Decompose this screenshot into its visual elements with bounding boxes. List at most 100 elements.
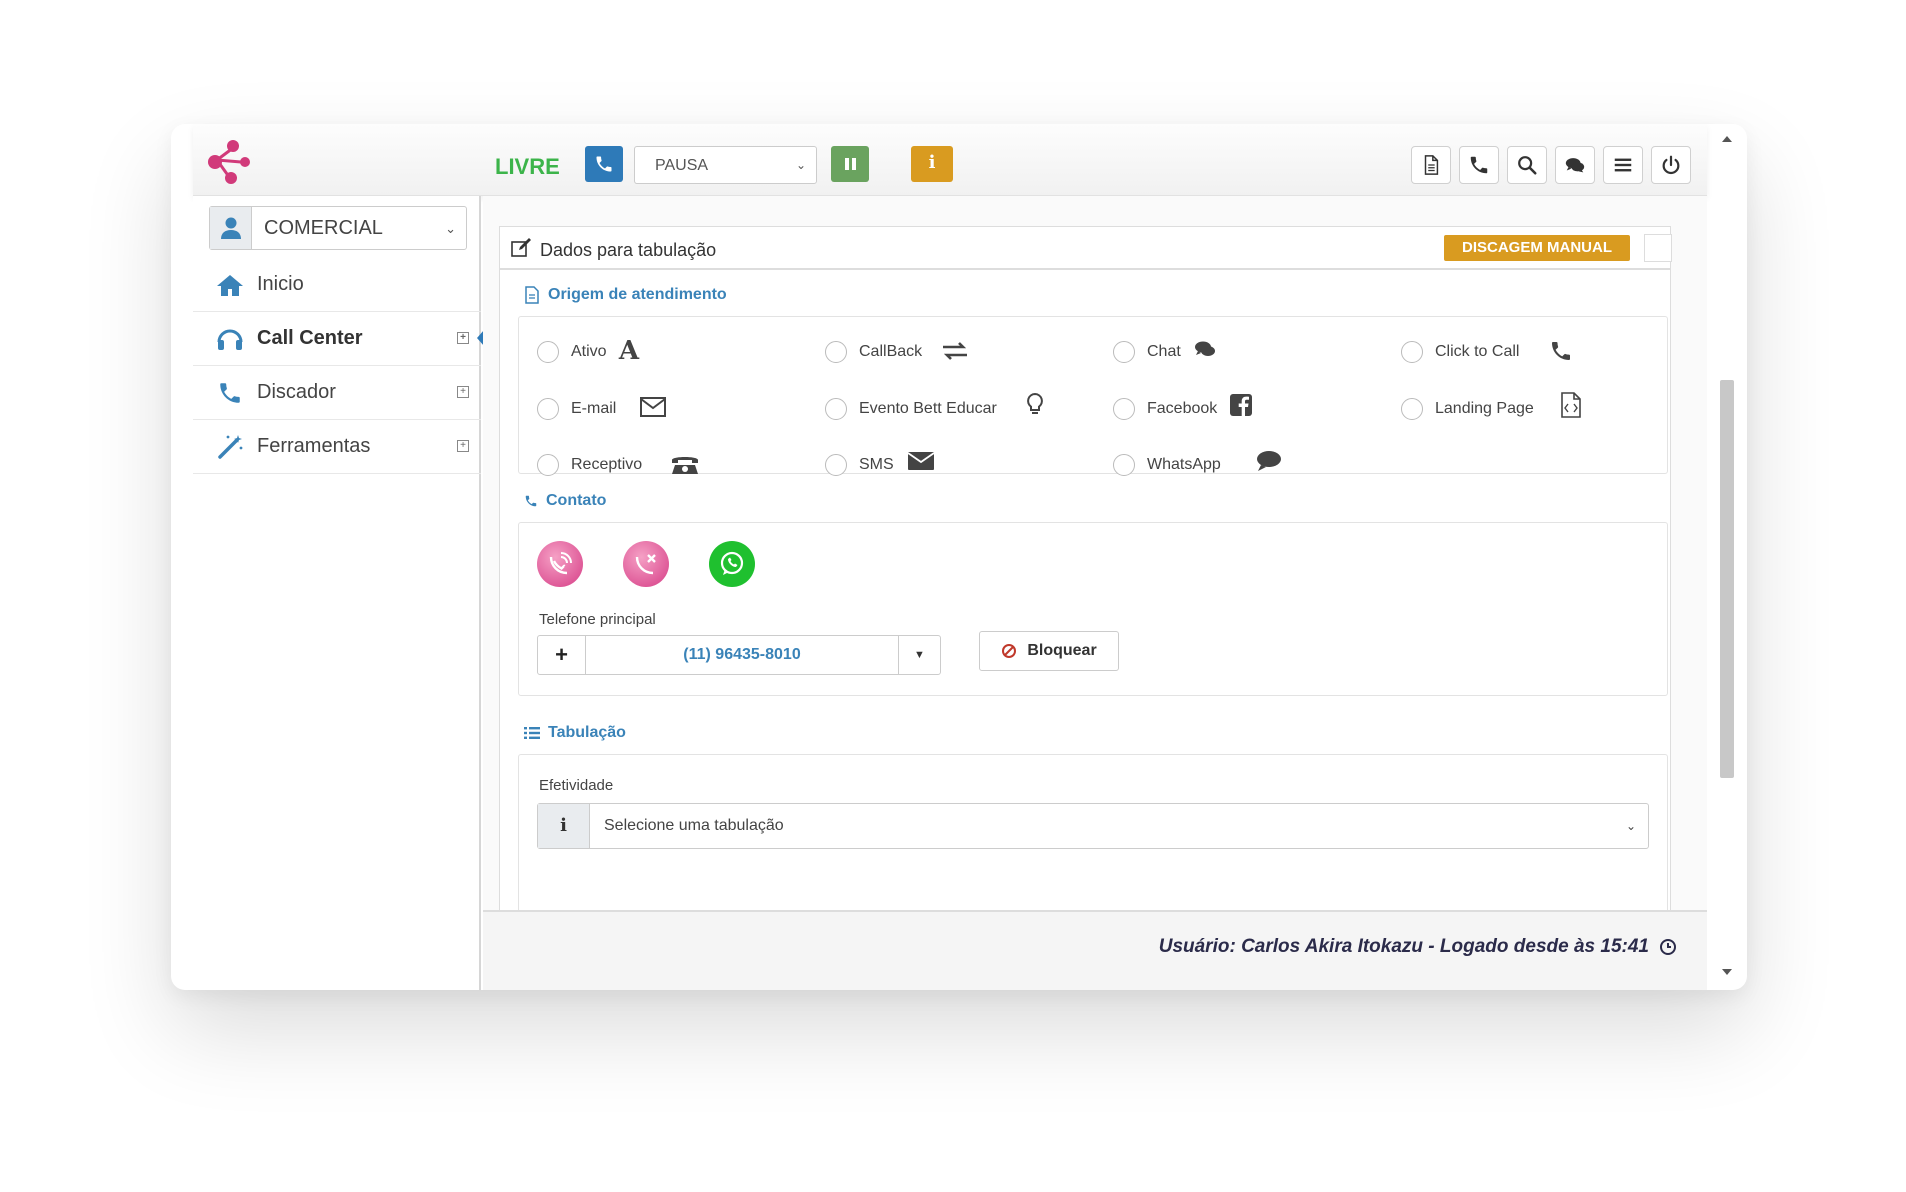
expand-icon[interactable]: + (457, 386, 469, 398)
document-button[interactable] (1411, 146, 1451, 184)
phone-tool-button[interactable] (1459, 146, 1499, 184)
phone-icon (215, 378, 245, 408)
radio-button[interactable] (1401, 398, 1423, 420)
info-icon: i (538, 804, 590, 848)
panel-toggle-button[interactable] (1644, 234, 1672, 262)
section-title-origem: Origem de atendimento (524, 286, 727, 304)
phone-ringing-icon (549, 552, 572, 575)
department-select[interactable]: COMERCIAL ⌄ (209, 206, 467, 250)
magic-wand-icon (215, 432, 245, 462)
radio-facebook[interactable]: Facebook (1113, 398, 1217, 420)
pause-button[interactable] (831, 146, 869, 182)
tabulacao-select[interactable]: i Selecione uma tabulação ⌄ (537, 803, 1649, 849)
sidebar: COMERCIAL ⌄ Inicio Call Center + Discado… (193, 196, 484, 990)
letter-a-icon: A (618, 336, 640, 366)
sidebar-item-ferramentas[interactable]: Ferramentas + (193, 420, 481, 474)
section-title-contato: Contato (524, 492, 606, 510)
tabulacao-select-value: Selecione uma tabulação ⌄ (590, 804, 1648, 848)
footer: Usuário: Carlos Akira Itokazu - Logado d… (483, 910, 1707, 990)
radio-button[interactable] (1113, 454, 1135, 476)
sidebar-item-inicio[interactable]: Inicio (193, 258, 481, 312)
logo (208, 140, 250, 184)
call-button[interactable] (585, 146, 623, 182)
phone-icon (525, 495, 537, 507)
add-phone-button[interactable]: + (538, 636, 586, 674)
efetividade-label: Efetividade (539, 777, 614, 794)
radio-callback[interactable]: CallBack (825, 341, 922, 363)
search-icon (1518, 156, 1537, 175)
manual-dial-button[interactable]: DISCAGEM MANUAL (1444, 235, 1630, 261)
radio-label: SMS (859, 456, 894, 473)
expand-icon[interactable]: + (457, 332, 469, 344)
user-icon (220, 217, 241, 239)
section-title-label: Contato (546, 492, 607, 509)
block-button-label: Bloquear (1027, 642, 1097, 659)
radio-email[interactable]: E-mail (537, 398, 616, 420)
sidebar-item-discador[interactable]: Discador + (193, 366, 481, 420)
radio-button[interactable] (1113, 341, 1135, 363)
panel-body: Origem de atendimento Ativo A CallBack C… (499, 270, 1671, 914)
info-button[interactable]: i (911, 146, 953, 182)
radio-button[interactable] (825, 398, 847, 420)
desk-phone-icon (669, 447, 701, 479)
radio-label: Facebook (1147, 400, 1218, 417)
caret-down-icon: ▼ (914, 649, 925, 661)
radio-button[interactable] (537, 398, 559, 420)
scrollbar-thumb[interactable] (1720, 380, 1734, 778)
radio-sms[interactable]: SMS (825, 454, 894, 476)
whatsapp-contact-button[interactable] (709, 541, 755, 587)
radio-whatsapp[interactable]: WhatsApp (1113, 454, 1221, 476)
chat-icon (1565, 158, 1585, 173)
radio-button[interactable] (1113, 398, 1135, 420)
lightbulb-icon (1019, 389, 1051, 421)
radio-label: Receptivo (571, 456, 643, 473)
scroll-down-icon[interactable] (1722, 969, 1732, 975)
user-session-text: Usuário: Carlos Akira Itokazu - Logado d… (1158, 936, 1649, 957)
toolbar (1411, 146, 1691, 184)
phone-input-group: + (11) 96435-8010 ▼ (537, 635, 941, 675)
scrollbar[interactable] (1712, 124, 1742, 990)
section-title-tabulacao: Tabulação (524, 724, 626, 742)
phone-field[interactable]: (11) 96435-8010 (586, 636, 898, 674)
user-box (210, 207, 252, 249)
envelope-icon (905, 445, 937, 477)
sidebar-item-label: Call Center (257, 327, 363, 349)
home-icon (215, 270, 245, 300)
phone-dropdown-button[interactable]: ▼ (898, 636, 940, 674)
facebook-icon (1225, 389, 1257, 421)
expand-icon[interactable]: + (457, 440, 469, 452)
logout-button[interactable] (1651, 146, 1691, 184)
chat-button[interactable] (1555, 146, 1595, 184)
origem-box: Ativo A CallBack Chat Click to Call E-ma… (518, 316, 1668, 477)
list-icon (524, 727, 540, 739)
top-bar: LIVRE PAUSA ⌄ i (193, 124, 1707, 196)
missed-call-button[interactable] (623, 541, 669, 587)
radio-button[interactable] (825, 341, 847, 363)
radio-click-to-call[interactable]: Click to Call (1401, 341, 1519, 363)
sidebar-item-label: Discador (257, 381, 336, 403)
chevron-down-icon: ⌄ (445, 221, 456, 236)
menu-button[interactable] (1603, 146, 1643, 184)
radio-button[interactable] (537, 341, 559, 363)
envelope-outline-icon (637, 391, 669, 423)
scroll-up-icon[interactable] (1722, 136, 1732, 142)
department-value: COMERCIAL (264, 217, 383, 239)
radio-button[interactable] (1401, 341, 1423, 363)
radio-landing-page[interactable]: Landing Page (1401, 398, 1534, 420)
radio-receptivo[interactable]: Receptivo (537, 454, 642, 476)
radio-chat[interactable]: Chat (1113, 341, 1181, 363)
pause-select[interactable]: PAUSA ⌄ (634, 146, 817, 184)
sidebar-item-call-center[interactable]: Call Center + (193, 312, 484, 366)
phone-icon (1545, 335, 1577, 367)
radio-evento-bett-educar[interactable]: Evento Bett Educar (825, 398, 997, 420)
search-button[interactable] (1507, 146, 1547, 184)
power-icon (1662, 155, 1680, 175)
radio-button[interactable] (537, 454, 559, 476)
block-button[interactable]: Bloquear (979, 631, 1119, 671)
radio-button[interactable] (825, 454, 847, 476)
sidebar-item-label: Inicio (257, 273, 304, 295)
call-contact-button[interactable] (537, 541, 583, 587)
user-session-info: Usuário: Carlos Akira Itokazu - Logado d… (1159, 936, 1677, 958)
radio-ativo[interactable]: Ativo (537, 341, 607, 363)
radio-label: E-mail (571, 400, 617, 417)
